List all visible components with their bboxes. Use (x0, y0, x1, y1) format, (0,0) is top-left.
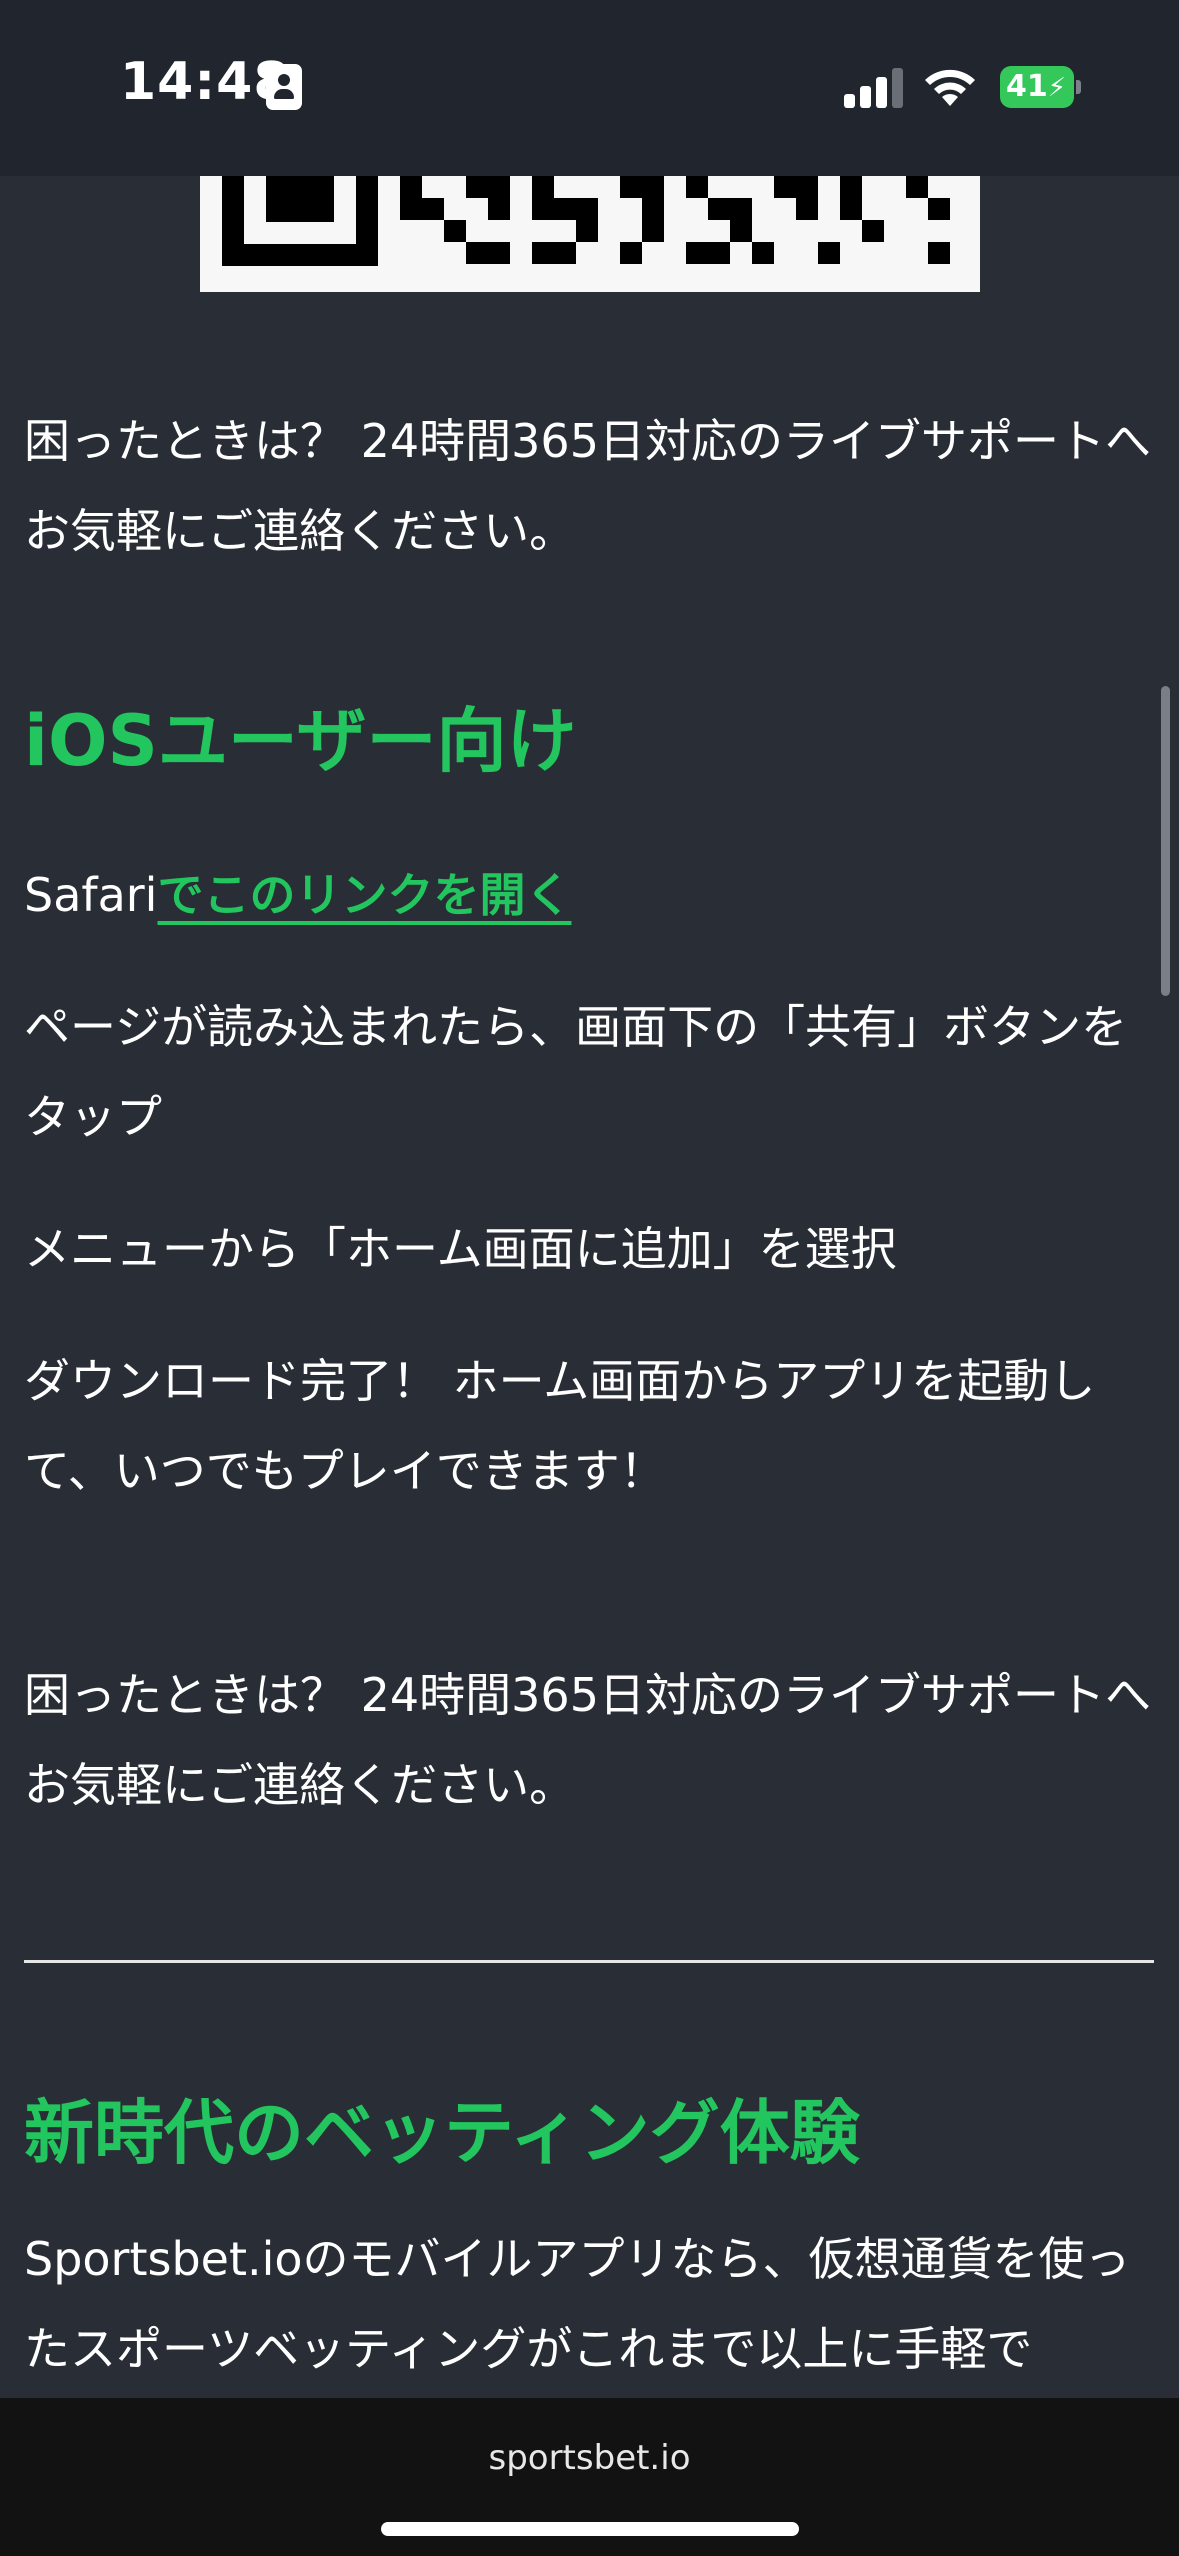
step-download-complete: ダウンロード完了！ ホーム画面からアプリを起動して、いつでもプレイできます！ (24, 1354, 1096, 1498)
status-time: 14:48 (120, 52, 291, 112)
charging-bolt-icon: ⚡ (1047, 73, 1067, 103)
support-text: 困ったときは？ 24時間365日対応のライブサポートへお気軽にご連絡ください。 (24, 414, 1151, 558)
section-divider (24, 1960, 1154, 1963)
wifi-icon (925, 69, 975, 106)
safari-label: Safari (24, 868, 158, 922)
ios-users-heading: iOSユーザー向け (24, 700, 577, 782)
cellular-signal-icon (844, 66, 904, 108)
home-indicator[interactable] (381, 2522, 799, 2536)
support-text-2: 困ったときは？ 24時間365日対応のライブサポートへお気軽にご連絡ください。 (24, 1668, 1151, 1812)
open-link-in-safari[interactable]: でこのリンクを開く (157, 868, 571, 922)
battery-percent: 41 (1006, 69, 1048, 104)
status-bar: 14:48 41⚡ (0, 0, 1179, 176)
step-tap-share: ページが読み込まれたら、画面下の「共有」ボタンをタップ (24, 1000, 1128, 1144)
browser-address-bar[interactable]: sportsbet.io (0, 2398, 1179, 2556)
id-card-icon (266, 64, 302, 110)
battery-level: 41⚡ (1000, 66, 1074, 108)
scrollbar-thumb[interactable] (1161, 686, 1170, 996)
step-add-to-home: メニューから「ホーム画面に追加」を選択 (24, 1222, 897, 1276)
url-text[interactable]: sportsbet.io (0, 2438, 1179, 2478)
new-era-heading: 新時代のベッティング体験 (24, 2092, 860, 2174)
intro-text: Sportsbet.ioのモバイルアプリなら、仮想通貨を使ったスポーツベッティン… (24, 2232, 1131, 2376)
battery-cap (1076, 80, 1081, 94)
qr-code-image (200, 176, 980, 292)
step-open-safari: Safariでこのリンクを開く (24, 850, 1164, 940)
battery-charging-icon: 41⚡ (1000, 66, 1082, 108)
qr-code-pattern (222, 176, 950, 266)
